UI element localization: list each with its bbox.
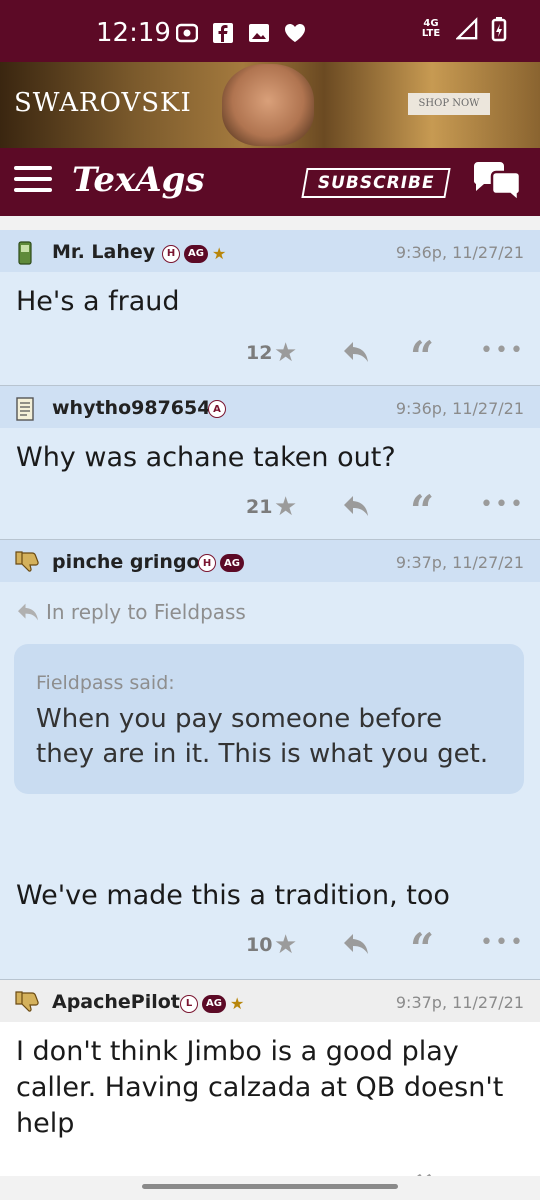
reply-icon[interactable] — [342, 494, 370, 518]
post: whytho987654 A 9:36p, 11/27/21 Why was a… — [0, 386, 540, 540]
badge-ag: AG — [202, 994, 226, 1013]
notepad-avatar-icon — [14, 396, 36, 421]
badge-l: L — [180, 994, 198, 1013]
star-count: 21 — [246, 496, 273, 518]
signal-icon — [456, 17, 478, 40]
post-time: 9:37p, 11/27/21 — [395, 993, 524, 1012]
reply-icon[interactable] — [342, 932, 370, 956]
post-body: Why was achane taken out? — [16, 442, 396, 473]
user-badges: L AG ★ — [180, 994, 244, 1013]
post-actions: 21 ★ “ ••• — [0, 486, 540, 535]
radio-icon — [176, 22, 198, 44]
ad-model-image — [222, 64, 314, 146]
thumbs-down-avatar-icon — [14, 990, 39, 1014]
status-time: 12:19 — [96, 18, 171, 48]
post-username[interactable]: pinche gringo — [52, 551, 200, 573]
reply-to-text: In reply to Fieldpass — [46, 600, 246, 624]
phone-avatar-icon — [14, 240, 36, 265]
feed-top-gap — [0, 216, 540, 230]
post-time: 9:37p, 11/27/21 — [395, 553, 524, 572]
user-badges: H AG ★ — [162, 244, 226, 263]
network-type: 4G LTE — [421, 18, 441, 39]
badge-star-icon: ★ — [229, 994, 245, 1013]
quote-box: Fieldpass said: When you pay someone bef… — [14, 644, 524, 794]
subscribe-button[interactable]: SUBSCRIBE — [301, 168, 451, 198]
post-time: 9:36p, 11/27/21 — [395, 399, 524, 418]
star-icon[interactable]: ★ — [274, 930, 297, 960]
more-icon[interactable]: ••• — [480, 930, 525, 955]
post-actions: 12 ★ “ ••• — [0, 332, 540, 381]
badge-h: H — [162, 244, 180, 263]
post: ApachePilot L AG ★ 9:37p, 11/27/21 I don… — [0, 980, 540, 1176]
thumbs-down-avatar-icon — [14, 550, 39, 574]
post-header: Mr. Lahey H AG ★ 9:36p, 11/27/21 — [0, 230, 540, 272]
quote-icon[interactable]: “ — [410, 486, 434, 535]
star-count: 12 — [246, 342, 273, 364]
post-username[interactable]: Mr. Lahey — [52, 241, 155, 263]
status-bar: 12:19 4G LTE — [0, 0, 540, 62]
quote-icon[interactable]: “ — [410, 924, 434, 973]
more-icon[interactable]: ••• — [480, 492, 525, 517]
post-username[interactable]: whytho987654 — [52, 397, 210, 419]
facebook-icon — [212, 22, 234, 44]
post: pinche gringo H AG 9:37p, 11/27/21 In re… — [0, 540, 540, 980]
badge-h: H — [198, 554, 216, 572]
star-count: 10 — [246, 934, 273, 956]
user-badges: H AG — [198, 554, 244, 572]
badge-ag: AG — [184, 244, 208, 263]
badge-star-icon: ★ — [211, 244, 227, 263]
user-badges: A — [208, 400, 226, 418]
more-icon[interactable]: ••• — [480, 338, 525, 363]
system-icons: 4G LTE — [416, 17, 510, 42]
heart-icon — [284, 22, 306, 44]
menu-icon[interactable] — [14, 166, 52, 196]
post-header: pinche gringo H AG 9:37p, 11/27/21 — [0, 540, 540, 582]
quote-author: Fieldpass said: — [36, 672, 175, 694]
post-actions: 10 ★ “ ••• — [0, 924, 540, 973]
post: Mr. Lahey H AG ★ 9:36p, 11/27/21 He's a … — [0, 230, 540, 386]
post-body: We've made this a tradition, too — [16, 880, 450, 911]
chat-icon[interactable] — [472, 162, 522, 204]
site-logo[interactable]: TexAgs — [72, 160, 205, 200]
star-icon[interactable]: ★ — [274, 492, 297, 522]
quote-text: When you pay someone before they are in … — [36, 704, 489, 769]
quote-icon[interactable]: “ — [410, 332, 434, 381]
reply-arrow-icon — [18, 603, 38, 621]
ad-banner[interactable]: SWAROVSKI SHOP NOW — [0, 62, 540, 148]
badge-ag: AG — [220, 554, 244, 572]
quote-icon[interactable]: “ — [410, 1166, 434, 1176]
post-header: ApachePilot L AG ★ 9:37p, 11/27/21 — [0, 980, 540, 1022]
post-time: 9:36p, 11/27/21 — [395, 243, 524, 262]
star-icon[interactable]: ★ — [274, 338, 297, 368]
battery-icon — [488, 17, 510, 42]
reply-to-link[interactable]: In reply to Fieldpass — [16, 600, 246, 624]
top-nav: TexAgs SUBSCRIBE — [0, 148, 540, 216]
ad-brand: SWAROVSKI — [14, 88, 192, 118]
home-indicator[interactable] — [142, 1184, 398, 1189]
post-header: whytho987654 A 9:36p, 11/27/21 — [0, 386, 540, 428]
image-icon — [248, 22, 270, 44]
ad-shop-button[interactable]: SHOP NOW — [408, 93, 490, 115]
post-feed[interactable]: Mr. Lahey H AG ★ 9:36p, 11/27/21 He's a … — [0, 216, 540, 1176]
notification-icons — [176, 22, 306, 44]
post-body: He's a fraud — [16, 286, 180, 317]
badge-a: A — [208, 400, 226, 418]
post-username[interactable]: ApachePilot — [52, 991, 180, 1013]
post-body: I don't think Jimbo is a good play calle… — [16, 1036, 504, 1139]
reply-icon[interactable] — [342, 340, 370, 364]
